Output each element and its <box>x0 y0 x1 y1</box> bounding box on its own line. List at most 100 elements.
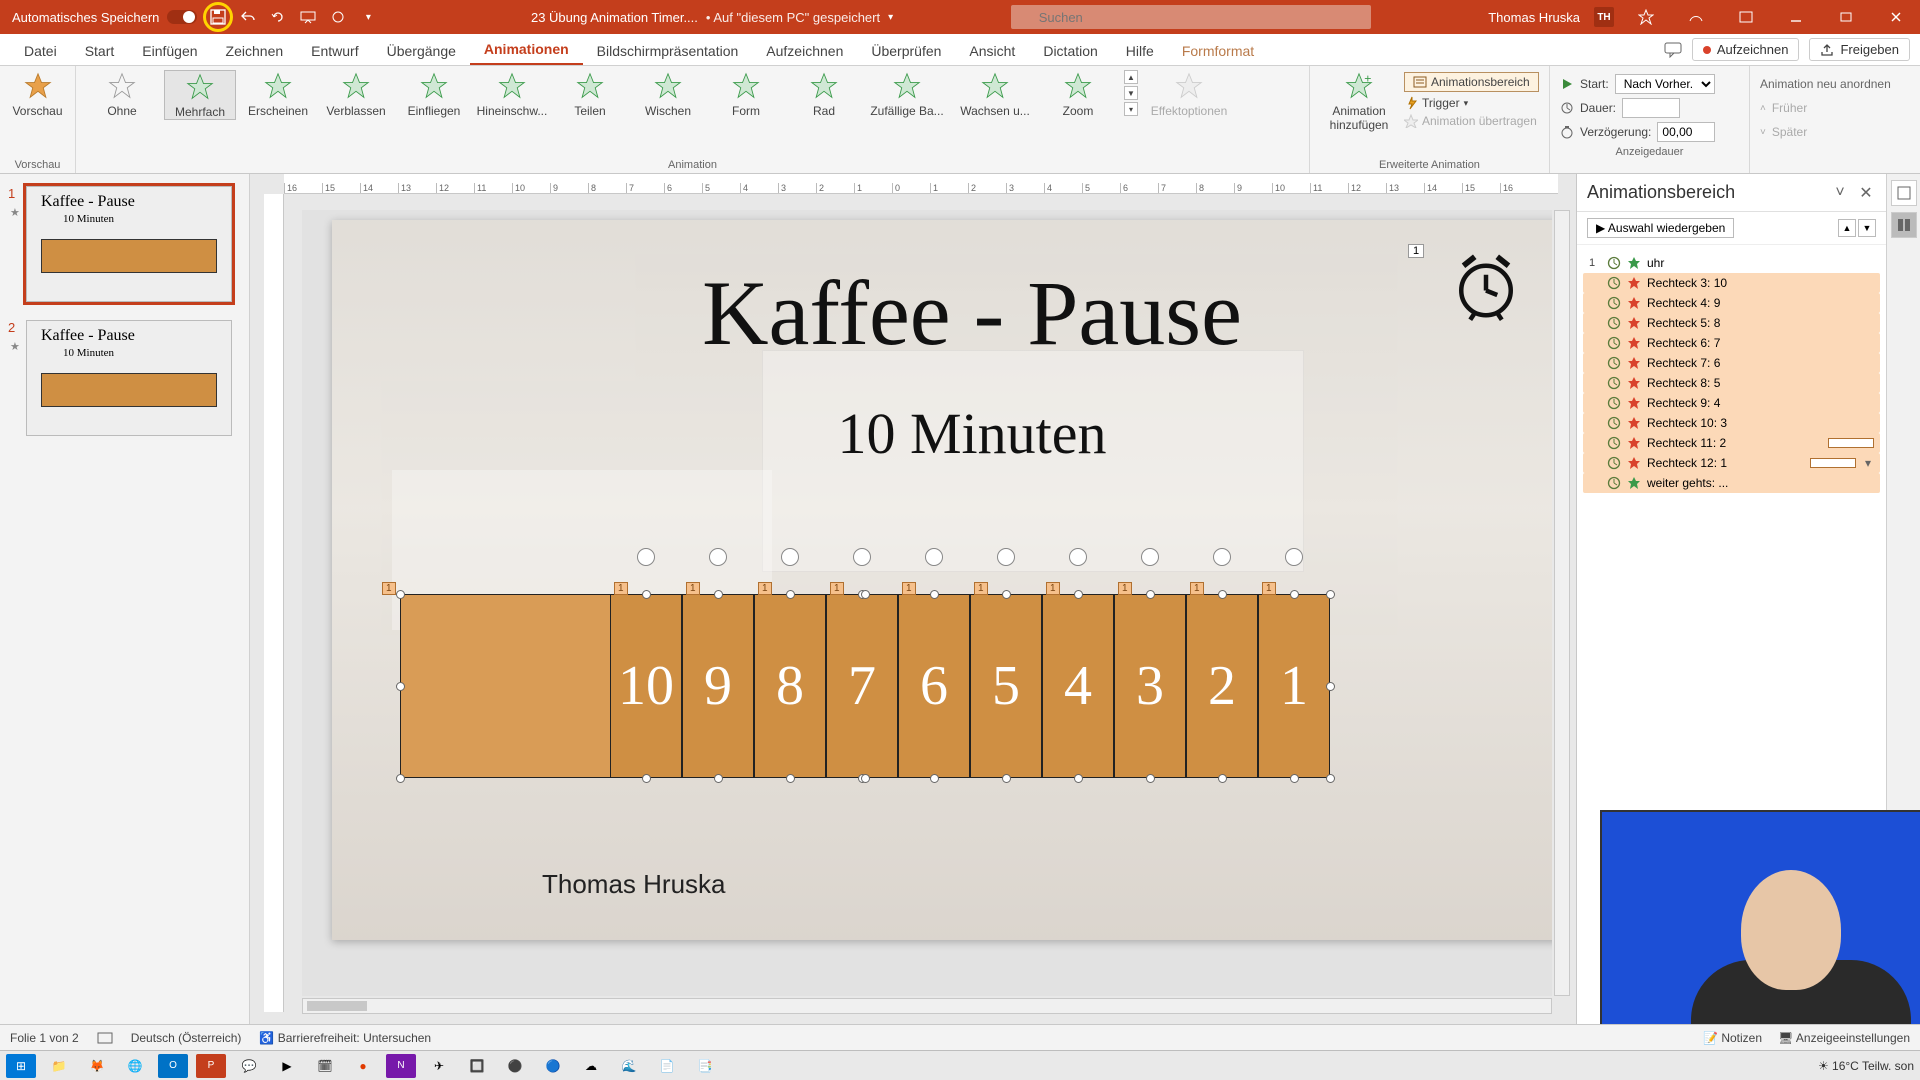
taskbar-outlook-icon[interactable]: O <box>158 1054 188 1078</box>
notes-button[interactable]: 📝 Notizen <box>1703 1031 1762 1045</box>
selection-handle[interactable] <box>1290 774 1299 783</box>
qat-more-icon[interactable]: ▾ <box>359 8 377 26</box>
rotation-handle-icon[interactable] <box>709 548 727 566</box>
autosave-toggle[interactable] <box>167 10 197 24</box>
anim-row[interactable]: Rechteck 6: 7 <box>1583 333 1880 353</box>
animation-tag-8[interactable]: 1 <box>758 582 772 595</box>
accessibility-checker[interactable]: ♿ Barrierefreiheit: Untersuchen <box>259 1031 431 1045</box>
touch-mode-icon[interactable] <box>329 8 347 26</box>
animation-tag-5[interactable]: 1 <box>974 582 988 595</box>
timer-cell-1[interactable]: 1 <box>1258 594 1330 778</box>
window-mode-icon[interactable] <box>1728 8 1764 26</box>
timeline-bar[interactable] <box>1828 438 1874 448</box>
anim-row[interactable]: Rechteck 12: 1▾ <box>1583 453 1880 473</box>
animation-tag-3[interactable]: 1 <box>1118 582 1132 595</box>
vertical-scrollbar[interactable] <box>1554 210 1570 996</box>
minimize-icon[interactable] <box>1778 8 1814 26</box>
saved-location[interactable]: • Auf "diesem PC" gespeichert <box>706 10 880 25</box>
record-button[interactable]: Aufzeichnen <box>1692 38 1800 61</box>
start-menu-icon[interactable]: ⊞ <box>6 1054 36 1078</box>
selection-handle[interactable] <box>786 590 795 599</box>
save-icon[interactable] <box>209 8 227 26</box>
rotation-handle-icon[interactable] <box>1141 548 1159 566</box>
coming-soon-icon[interactable] <box>1628 8 1664 26</box>
rotation-handle-icon[interactable] <box>781 548 799 566</box>
tab-zeichnen[interactable]: Zeichnen <box>212 37 298 65</box>
selection-handle[interactable] <box>1074 590 1083 599</box>
slide-subtitle[interactable]: 10 Minuten <box>332 400 1552 467</box>
maximize-icon[interactable] <box>1828 8 1864 26</box>
anim-erscheinen[interactable]: Erscheinen <box>242 70 314 118</box>
horizontal-scrollbar[interactable] <box>302 998 1552 1014</box>
undo-icon[interactable] <box>239 8 257 26</box>
taskbar-app15-icon[interactable]: ☁ <box>576 1054 606 1078</box>
language-indicator[interactable]: Deutsch (Österreich) <box>131 1031 242 1045</box>
pane-close-icon[interactable]: ✕ <box>1856 183 1876 203</box>
selection-handle[interactable] <box>1002 774 1011 783</box>
anim-row[interactable]: Rechteck 3: 10 <box>1583 273 1880 293</box>
anim-einfliegen[interactable]: Einfliegen <box>398 70 470 118</box>
slide-counter[interactable]: Folie 1 von 2 <box>10 1031 79 1045</box>
selection-handle[interactable] <box>786 774 795 783</box>
selection-handle[interactable] <box>1218 590 1227 599</box>
anim-form[interactable]: Form <box>710 70 782 118</box>
slide-area[interactable]: Kaffee - Pause 10 Minuten 1 Thomas Hrusk… <box>302 210 1552 996</box>
tab-ansicht[interactable]: Ansicht <box>955 37 1029 65</box>
anim-zoom[interactable]: Zoom <box>1042 70 1114 118</box>
pane-dropdown-icon[interactable]: ˅ <box>1830 183 1850 203</box>
timer-cell-5[interactable]: 5 <box>970 594 1042 778</box>
selection-handle[interactable] <box>930 590 939 599</box>
taskbar-edge-icon[interactable]: 🌊 <box>614 1054 644 1078</box>
taskbar-app12-icon[interactable]: 🔲 <box>462 1054 492 1078</box>
play-selection-button[interactable]: ▶ Auswahl wiedergeben <box>1587 218 1734 238</box>
animation-tag-1[interactable]: 1 <box>1262 582 1276 595</box>
selection-handle[interactable] <box>1326 774 1335 783</box>
taskbar-telegram-icon[interactable]: ✈ <box>424 1054 454 1078</box>
tab-datei[interactable]: Datei <box>10 37 71 65</box>
selection-handle[interactable] <box>396 590 405 599</box>
timeline-bar[interactable] <box>1810 458 1856 468</box>
timer-cell-10[interactable]: 10 <box>610 594 682 778</box>
search-input[interactable] <box>1011 5 1371 29</box>
comments-icon[interactable] <box>1664 42 1682 58</box>
selection-handle[interactable] <box>861 774 870 783</box>
anim-row[interactable]: Rechteck 11: 2 <box>1583 433 1880 453</box>
gallery-more-icon[interactable]: ▾ <box>1124 102 1138 116</box>
thumbnail-2[interactable]: 2★ Kaffee - Pause 10 Minuten <box>10 320 239 436</box>
selection-handle[interactable] <box>642 774 651 783</box>
timer-cell-8[interactable]: 8 <box>754 594 826 778</box>
anim-wischen[interactable]: Wischen <box>632 70 704 118</box>
selection-handle[interactable] <box>861 590 870 599</box>
taskbar-app9-icon[interactable]: ● <box>348 1054 378 1078</box>
thumbnail-1[interactable]: 1★ Kaffee - Pause 10 Minuten <box>10 186 239 302</box>
rotation-handle-icon[interactable] <box>1285 548 1303 566</box>
start-select[interactable]: Nach Vorher... <box>1615 74 1715 94</box>
rotation-handle-icon[interactable] <box>853 548 871 566</box>
selection-handle[interactable] <box>396 682 405 691</box>
anim-row[interactable]: Rechteck 9: 4 <box>1583 393 1880 413</box>
anim-rad[interactable]: Rad <box>788 70 860 118</box>
tab-entwurf[interactable]: Entwurf <box>297 37 372 65</box>
animation-tag-4[interactable]: 1 <box>1046 582 1060 595</box>
duration-input[interactable] <box>1622 98 1680 118</box>
rotation-handle-icon[interactable] <box>925 548 943 566</box>
animation-tag-7[interactable]: 1 <box>830 582 844 595</box>
rotation-handle-icon[interactable] <box>1213 548 1231 566</box>
timer-cell-6[interactable]: 6 <box>898 594 970 778</box>
selection-handle[interactable] <box>930 774 939 783</box>
tab-ueberpruefen[interactable]: Überprüfen <box>857 37 955 65</box>
gallery-up-icon[interactable]: ▲ <box>1124 70 1138 84</box>
animation-tag-6[interactable]: 1 <box>902 582 916 595</box>
timer-cell-9[interactable]: 9 <box>682 594 754 778</box>
anim-mehrfach[interactable]: Mehrfach <box>164 70 236 120</box>
side-tab-anim-icon[interactable] <box>1891 180 1917 206</box>
tab-bildschirmpraesentation[interactable]: Bildschirmpräsentation <box>583 37 753 65</box>
animation-pane-button[interactable]: Animationsbereich <box>1404 72 1539 92</box>
anim-ohne[interactable]: Ohne <box>86 70 158 118</box>
taskbar-onenote-icon[interactable]: N <box>386 1054 416 1078</box>
delay-input[interactable] <box>1657 122 1715 142</box>
present-from-start-icon[interactable] <box>299 8 317 26</box>
timer-bar-group[interactable]: 1019181716151413121111 <box>400 594 1330 778</box>
animation-tag-base[interactable]: 1 <box>382 582 396 595</box>
timer-cell-4[interactable]: 4 <box>1042 594 1114 778</box>
